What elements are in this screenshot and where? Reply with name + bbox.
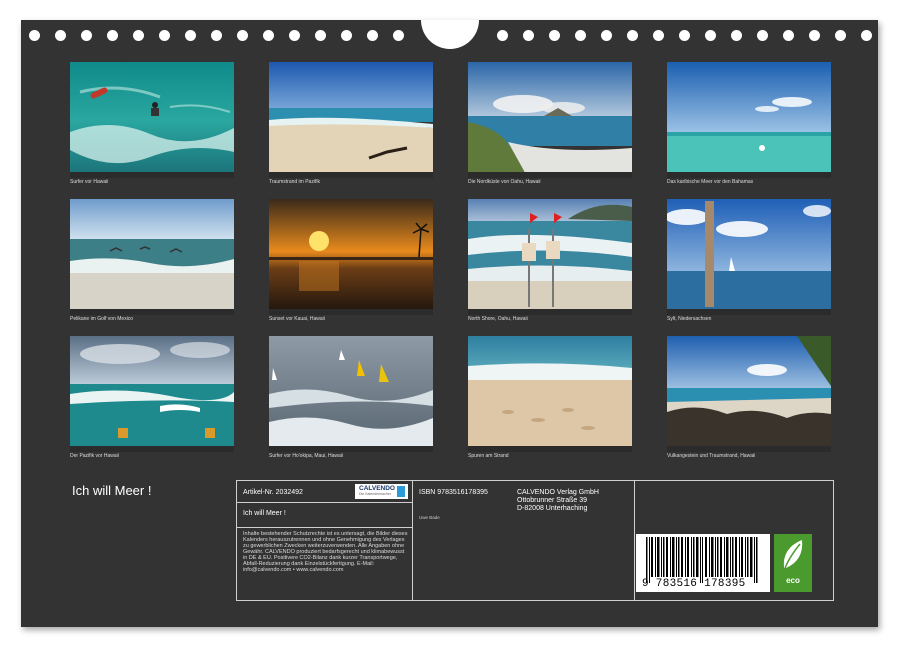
binding-hole [341,30,352,41]
photo-hookipa-maui [269,336,433,452]
binding-hole [809,30,820,41]
photo-caption: Traumstrand im Pazifik [269,179,320,185]
photo-tracks-beach [468,336,632,452]
photo-caption: Der Pazifik vor Hawaii [70,453,119,459]
binding-hole [29,30,40,41]
binding-hole [315,30,326,41]
photo-caption: Sunset vor Kauai, Hawaii [269,316,325,322]
logo-mark-icon [397,486,405,497]
publisher-street: Ottobrunner Straße 39 [517,497,588,504]
photo-caption: Sylt, Niedersachsen [667,316,712,322]
binding-hole [861,30,872,41]
photo-pelicans-gulf [70,199,234,315]
photo-caption: Pelikane im Golf von Mexico [70,316,134,322]
barcode-number: 9 783516 178395 [642,578,746,590]
binding-hole [367,30,378,41]
leaf-icon [783,540,803,569]
binding-hole [835,30,846,41]
binding-hole [783,30,794,41]
calendar-title: Ich will Meer ! [72,483,152,498]
divider [236,502,413,503]
binding-hole [757,30,768,41]
binding-hole [263,30,274,41]
photo-bahamas-sea [667,62,831,178]
photo-sylt [667,199,831,315]
binding-hole [575,30,586,41]
binding-hole [497,30,508,41]
isbn: ISBN 9783516178395 [419,489,488,496]
binding-hole [55,30,66,41]
photo-north-shore-oahu [468,199,632,315]
binding-hole [185,30,196,41]
photo-caption: Surfer vor Hawaii [70,179,109,185]
photo-pacific-hawaii [70,336,234,452]
eco-label: eco [786,576,800,585]
binding-hole [731,30,742,41]
photo-surfer-hawaii [70,62,234,178]
binding-hole [211,30,222,41]
logo-subtext: Die Kalendermacher [359,492,391,496]
binding-hole [393,30,404,41]
binding-hole [237,30,248,41]
photo-caption: North Shore, Oahu, Hawaii [468,316,528,322]
binding-hole [289,30,300,41]
binding-hole [133,30,144,41]
binding-hole [627,30,638,41]
photo-sunset-kauai [269,199,433,315]
binding-hole [549,30,560,41]
barcode: 9 783516 178395 [636,534,770,592]
photo-caption: Vulkangestein und Traumstrand, Hawaii [667,453,756,459]
publisher-city: D-82008 Unterhaching [517,505,588,512]
photo-dream-beach-pacific [269,62,433,178]
eco-badge: eco [774,534,812,592]
photo-caption: Spuren am Strand [468,453,509,459]
binding-hole [653,30,664,41]
divider [236,527,413,528]
divider [412,480,413,601]
calvendo-logo: CALVENDO Die Kalendermacher [355,484,408,499]
article-number: Artikel-Nr. 2032492 [243,489,303,496]
photo-caption: Surfer vor Ho'okipa, Maui, Hawaii [269,453,344,459]
photo-caption: Die Nordküste von Oahu, Hawaii [468,179,541,185]
binding-hole [81,30,92,41]
binding-hole [107,30,118,41]
photo-volcanic-rock-beach [667,336,831,452]
binding-hole [705,30,716,41]
legal-text: Inhalte bestehender Schutzrechte ist es … [243,531,408,573]
publisher-name: CALVENDO Verlag GmbH [517,489,599,496]
photo-caption: Das karibische Meer vor den Bahamas [667,179,754,185]
photo-oahu-north-coast [468,62,632,178]
author: Uwe Bade [419,515,440,520]
logo-text: CALVENDO [359,485,395,492]
binding-hole [523,30,534,41]
divider [634,480,635,601]
binding-hole [159,30,170,41]
calendar-title-small: Ich will Meer ! [243,510,286,517]
binding-hole [601,30,612,41]
binding-hole [679,30,690,41]
